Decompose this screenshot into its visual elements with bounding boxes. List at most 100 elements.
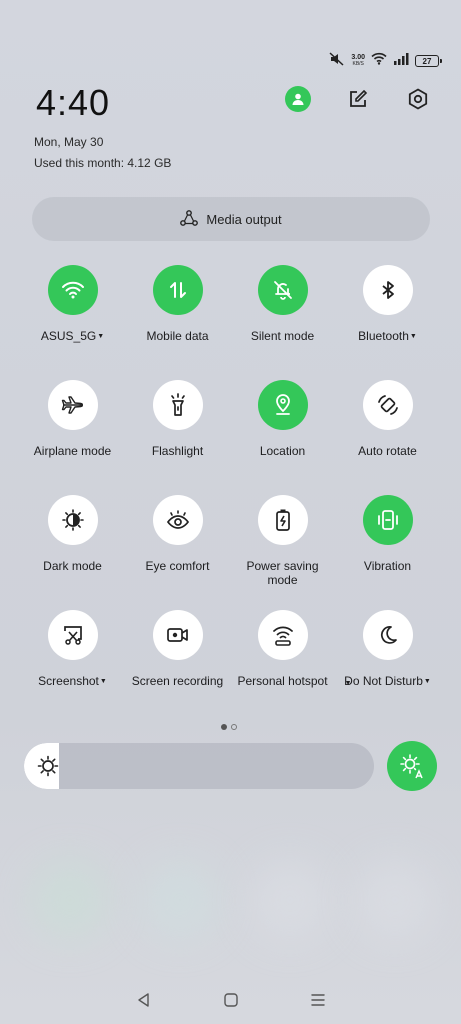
tile-label: Auto rotate xyxy=(358,444,417,458)
page-dot[interactable] xyxy=(231,724,237,730)
tile-label: Mobile data xyxy=(146,329,209,343)
home-icon[interactable] xyxy=(221,990,241,1010)
tile-personal-hotspot[interactable]: Personal hotspot ▼ xyxy=(230,610,352,725)
mute-icon xyxy=(329,51,345,71)
bluetooth-icon xyxy=(381,281,394,299)
screen-recording-toggle[interactable] xyxy=(152,610,203,660)
tile-label: Airplane mode xyxy=(33,444,112,458)
media-output-button[interactable]: Media output xyxy=(32,197,430,241)
eye-comfort-toggle[interactable] xyxy=(152,495,203,545)
wifi-icon xyxy=(61,281,84,299)
tile-screen-recording[interactable]: Screen recording xyxy=(125,610,230,725)
chevron-down-icon[interactable]: ▼ xyxy=(424,678,431,685)
battery-icon: 27 xyxy=(415,55,442,67)
date: Mon, May 30 xyxy=(34,135,104,149)
chevron-down-icon[interactable]: ▼ xyxy=(100,678,107,685)
data-usage[interactable]: Used this month: 4.12 GB xyxy=(34,156,171,170)
flashlight-toggle[interactable] xyxy=(152,380,203,430)
tile-label: Silent mode xyxy=(250,329,315,343)
tile-screenshot[interactable]: Screenshot▼ xyxy=(20,610,125,725)
tile-flashlight[interactable]: Flashlight xyxy=(125,380,230,495)
silent-bell-icon xyxy=(273,281,292,300)
user-avatar-icon[interactable] xyxy=(285,86,311,112)
background-blur xyxy=(30,860,110,940)
tile-label: Dark mode xyxy=(43,559,102,573)
moon-icon xyxy=(380,626,397,644)
tile-auto-rotate[interactable]: Auto rotate xyxy=(335,380,440,495)
airplane-toggle[interactable] xyxy=(47,380,98,430)
media-output-label: Media output xyxy=(206,211,282,227)
tile-power-saving[interactable]: Power saving mode xyxy=(230,495,335,610)
tile-eye-comfort[interactable]: Eye comfort xyxy=(125,495,230,610)
net-speed-unit: KB/S xyxy=(352,61,364,67)
status-bar: 3.00 KB/S 27 xyxy=(329,51,442,71)
back-icon[interactable] xyxy=(134,990,154,1010)
dark-mode-toggle[interactable] xyxy=(47,495,98,545)
signal-icon xyxy=(393,52,409,70)
net-speed-value: 3.00 xyxy=(351,54,365,61)
flashlight-icon xyxy=(170,393,185,416)
recents-icon[interactable] xyxy=(308,990,328,1010)
background-blur xyxy=(250,860,330,940)
navigation-bar xyxy=(0,990,461,1010)
dark-mode-icon xyxy=(61,509,84,531)
tile-bluetooth[interactable]: Bluetooth▼ xyxy=(335,265,440,380)
screenshot-icon xyxy=(63,626,82,645)
media-output-icon xyxy=(180,209,199,229)
wifi-toggle[interactable] xyxy=(47,265,98,315)
do-not-disturb-toggle[interactable] xyxy=(362,610,413,660)
tile-label: Screenshot xyxy=(38,674,99,688)
eye-icon xyxy=(166,510,189,529)
power-saving-toggle[interactable] xyxy=(257,495,308,545)
auto-brightness-icon xyxy=(400,754,423,779)
airplane-icon xyxy=(61,396,83,414)
location-icon xyxy=(275,394,290,415)
chevron-down-icon[interactable]: ▼ xyxy=(345,677,352,691)
screenshot-toggle[interactable] xyxy=(47,610,98,660)
tile-label: Flashlight xyxy=(151,444,204,458)
brightness-icon xyxy=(37,755,59,777)
clock: 4:40 xyxy=(36,82,111,123)
mobile-data-icon xyxy=(169,282,186,298)
vibration-toggle[interactable] xyxy=(362,495,413,545)
auto-brightness-button[interactable] xyxy=(387,741,437,791)
page-dot-active[interactable] xyxy=(221,724,227,730)
tile-label: Eye comfort xyxy=(145,559,210,573)
background-blur xyxy=(355,860,435,940)
chevron-down-icon[interactable]: ▼ xyxy=(410,333,417,340)
mobile-data-toggle[interactable] xyxy=(152,265,203,315)
tile-label: Power saving mode xyxy=(246,559,319,587)
battery-level: 27 xyxy=(422,56,432,66)
hotspot-toggle[interactable] xyxy=(257,610,308,660)
tile-label: Screen recording xyxy=(131,674,224,688)
bluetooth-toggle[interactable] xyxy=(362,265,413,315)
tile-silent-mode[interactable]: Silent mode xyxy=(230,265,335,380)
tile-label: Do Not Disturb xyxy=(344,674,423,688)
tile-label: Bluetooth xyxy=(358,329,409,343)
tile-vibration[interactable]: Vibration xyxy=(335,495,440,610)
page-indicator xyxy=(221,724,237,730)
tile-mobile-data[interactable]: Mobile data xyxy=(125,265,230,380)
tile-wifi[interactable]: ASUS_5G▼ xyxy=(20,265,125,380)
background-blur xyxy=(140,860,220,940)
quick-settings-grid: ASUS_5G▼ Mobile data Silent mode Bluetoo… xyxy=(20,265,440,725)
tile-do-not-disturb[interactable]: Do Not Disturb▼ xyxy=(335,610,440,725)
tile-label: ASUS_5G xyxy=(40,329,97,343)
edit-icon[interactable] xyxy=(345,86,371,112)
settings-icon[interactable] xyxy=(405,86,431,112)
battery-saver-icon xyxy=(275,509,290,531)
tile-location[interactable]: Location xyxy=(230,380,335,495)
brightness-slider[interactable] xyxy=(24,743,374,789)
tile-label: Vibration xyxy=(363,559,412,573)
tile-label: Personal hotspot xyxy=(237,674,328,688)
location-toggle[interactable] xyxy=(257,380,308,430)
auto-rotate-icon xyxy=(377,395,398,415)
screen-record-icon xyxy=(166,628,188,642)
tile-dark-mode[interactable]: Dark mode xyxy=(20,495,125,610)
auto-rotate-toggle[interactable] xyxy=(362,380,413,430)
network-speed: 3.00 KB/S xyxy=(351,54,365,68)
silent-mode-toggle[interactable] xyxy=(257,265,308,315)
chevron-down-icon[interactable]: ▼ xyxy=(97,333,104,340)
vibration-icon xyxy=(377,510,398,530)
tile-airplane-mode[interactable]: Airplane mode xyxy=(20,380,125,495)
